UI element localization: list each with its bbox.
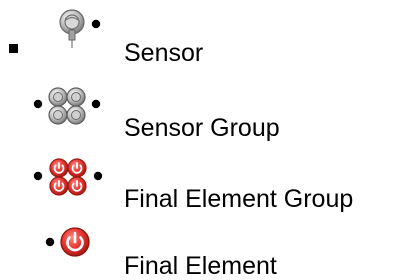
legend-label-sensor-group: Sensor Group [124, 114, 280, 142]
final-element-icon [44, 226, 104, 266]
sensor-group-icon [30, 86, 104, 136]
list-bullet [9, 44, 18, 53]
legend-label-final-element-group: Final Element Group [124, 185, 354, 213]
legend-label-final-element: Final Element [124, 252, 277, 280]
sensor-icon [52, 8, 106, 50]
final-element-group-icon [30, 158, 106, 208]
legend-label-sensor: Sensor [124, 39, 204, 67]
